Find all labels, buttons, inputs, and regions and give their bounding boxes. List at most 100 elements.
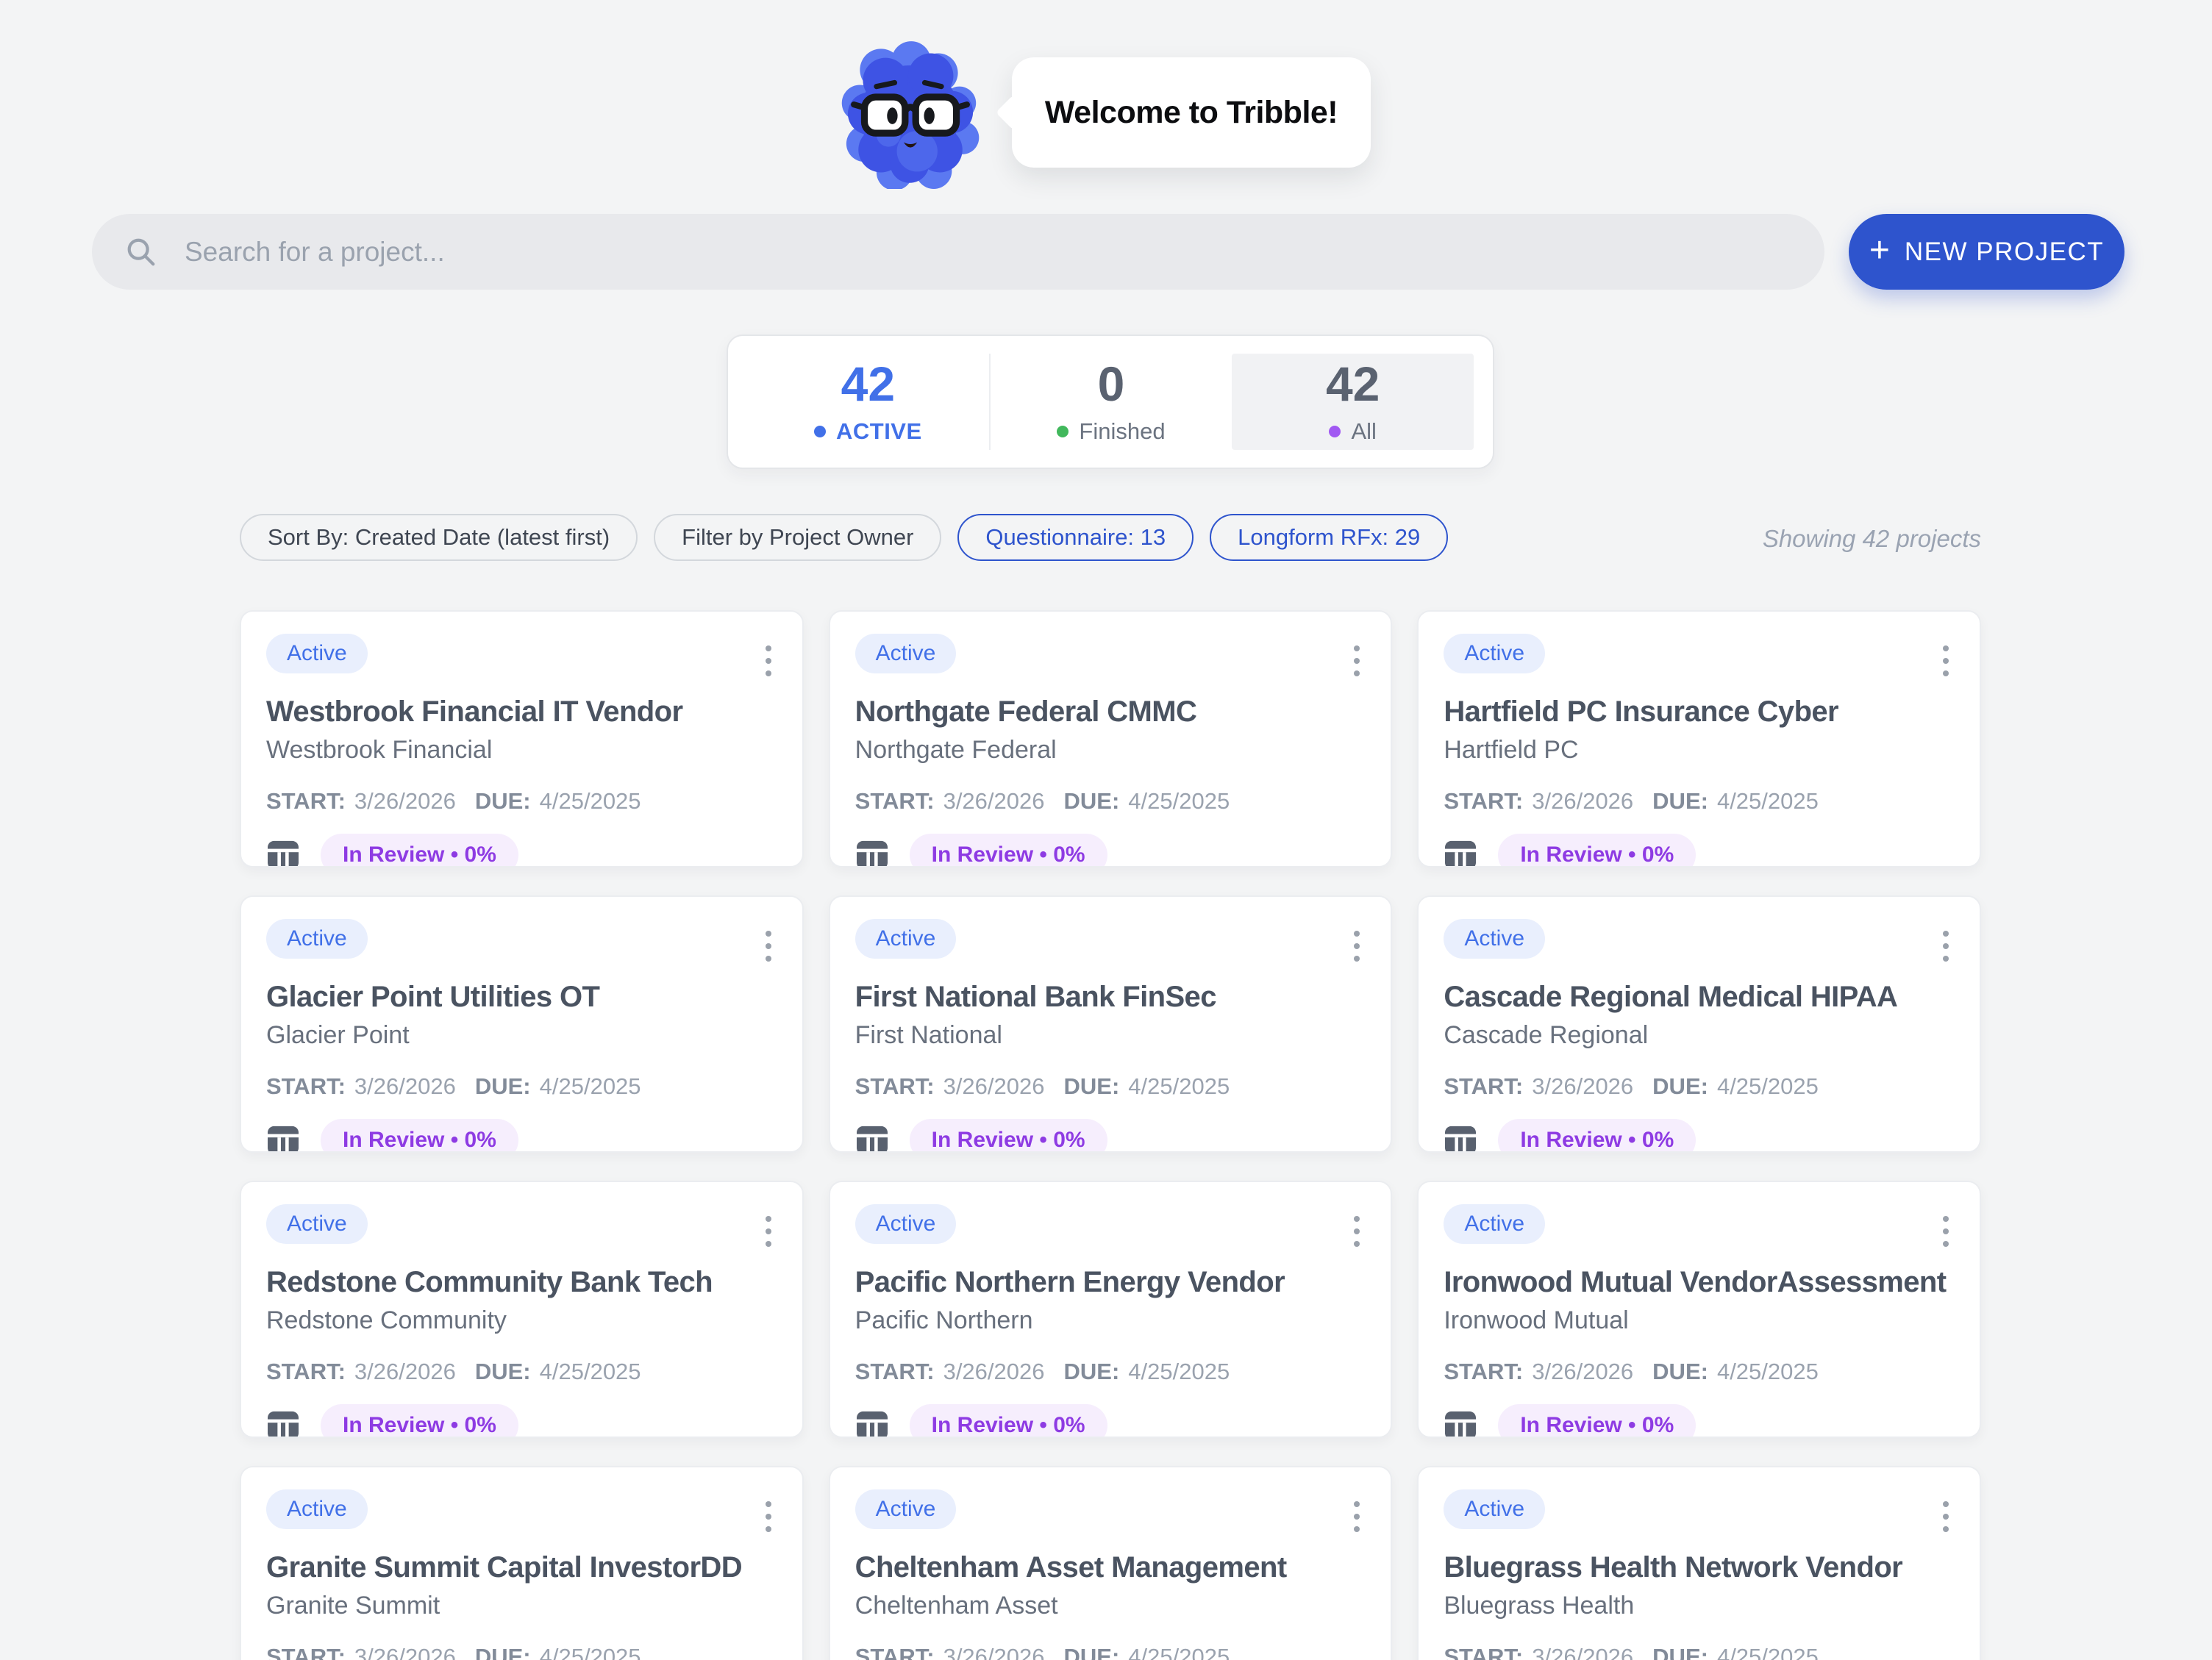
start-label: START: [855, 1073, 935, 1100]
project-dates: START: 3/26/2026 DUE: 4/25/2025 [266, 788, 777, 815]
review-status-pill: In Review • 0% [321, 834, 518, 867]
longform-rfx-filter-button[interactable]: Longform RFx: 29 [1210, 514, 1448, 561]
project-owner: Westbrook Financial [266, 736, 777, 765]
kebab-menu-icon[interactable] [1938, 926, 1953, 966]
project-card[interactable]: Active First National Bank FinSec First … [829, 895, 1393, 1153]
stat-all[interactable]: 42 All [1232, 354, 1474, 450]
due-date: 4/25/2025 [1128, 1359, 1230, 1385]
kebab-menu-icon[interactable] [1349, 641, 1364, 681]
search-input[interactable] [92, 214, 1824, 290]
due-date: 4/25/2025 [1717, 1073, 1819, 1100]
start-label: START: [855, 1359, 935, 1385]
due-date: 4/25/2025 [1717, 788, 1819, 815]
review-status-pill: In Review • 0% [910, 1119, 1107, 1153]
speech-bubble: Welcome to Tribble! [1012, 57, 1371, 168]
kebab-menu-icon[interactable] [1938, 1212, 1953, 1251]
start-date: 3/26/2026 [943, 788, 1045, 815]
kebab-menu-icon[interactable] [761, 1212, 776, 1251]
table-icon [1444, 840, 1477, 867]
start-label: START: [266, 1644, 346, 1660]
project-dates: START: 3/26/2026 DUE: 4/25/2025 [855, 788, 1366, 815]
filter-row: Sort By: Created Date (latest first) Fil… [240, 514, 1448, 561]
project-owner: Cheltenham Asset [855, 1592, 1366, 1620]
finished-dot [1057, 426, 1068, 437]
project-dates: START: 3/26/2026 DUE: 4/25/2025 [1444, 788, 1955, 815]
kebab-menu-icon[interactable] [1349, 1212, 1364, 1251]
project-owner: First National [855, 1021, 1366, 1050]
due-label: DUE: [1652, 1359, 1708, 1385]
kebab-menu-icon[interactable] [761, 926, 776, 966]
status-badge: Active [855, 634, 957, 673]
project-card[interactable]: Active Granite Summit Capital InvestorDD… [240, 1466, 804, 1660]
status-badge: Active [1444, 919, 1545, 959]
project-dates: START: 3/26/2026 DUE: 4/25/2025 [1444, 1359, 1955, 1385]
project-card[interactable]: Active Bluegrass Health Network Vendor B… [1417, 1466, 1981, 1660]
start-date: 3/26/2026 [943, 1644, 1045, 1660]
card-footer: In Review • 0% [266, 1404, 777, 1438]
finished-count: 0 [1098, 359, 1125, 408]
project-title: Glacier Point Utilities OT [266, 981, 777, 1014]
project-card[interactable]: Active Redstone Community Bank Tech Reds… [240, 1181, 804, 1438]
project-card[interactable]: Active Hartfield PC Insurance Cyber Hart… [1417, 610, 1981, 867]
due-date: 4/25/2025 [1128, 1644, 1230, 1660]
showing-projects-count: Showing 42 projects [1763, 525, 1981, 553]
project-card[interactable]: Active Ironwood Mutual VendorAssessment … [1417, 1181, 1981, 1438]
status-badge: Active [855, 919, 957, 959]
project-dates: START: 3/26/2026 DUE: 4/25/2025 [1444, 1644, 1955, 1660]
project-title: Redstone Community Bank Tech [266, 1266, 777, 1299]
project-owner: Bluegrass Health [1444, 1592, 1955, 1620]
due-label: DUE: [1064, 1359, 1120, 1385]
kebab-menu-icon[interactable] [761, 641, 776, 681]
start-label: START: [266, 1073, 346, 1100]
project-card[interactable]: Active Glacier Point Utilities OT Glacie… [240, 895, 804, 1153]
project-title: Northgate Federal CMMC [855, 695, 1366, 729]
project-card[interactable]: Active Cascade Regional Medical HIPAA Ca… [1417, 895, 1981, 1153]
project-dates: START: 3/26/2026 DUE: 4/25/2025 [855, 1359, 1366, 1385]
stat-active[interactable]: 42 ACTIVE [747, 354, 991, 450]
new-project-button[interactable]: + NEW PROJECT [1849, 214, 2124, 290]
project-title: Cascade Regional Medical HIPAA [1444, 981, 1955, 1014]
start-label: START: [1444, 788, 1523, 815]
start-label: START: [855, 788, 935, 815]
plus-icon: + [1869, 233, 1890, 268]
project-card[interactable]: Active Cheltenham Asset Management Chelt… [829, 1466, 1393, 1660]
card-footer: In Review • 0% [1444, 1119, 1955, 1153]
all-label: All [1351, 418, 1376, 445]
project-owner: Ironwood Mutual [1444, 1306, 1955, 1335]
due-label: DUE: [475, 1644, 531, 1660]
project-owner: Northgate Federal [855, 736, 1366, 765]
project-owner: Granite Summit [266, 1592, 777, 1620]
project-card[interactable]: Active Northgate Federal CMMC Northgate … [829, 610, 1393, 867]
status-badge: Active [855, 1204, 957, 1244]
kebab-menu-icon[interactable] [761, 1497, 776, 1536]
card-footer: In Review • 0% [266, 834, 777, 867]
start-date: 3/26/2026 [354, 788, 456, 815]
table-icon [266, 1410, 300, 1438]
sort-by-button[interactable]: Sort By: Created Date (latest first) [240, 514, 638, 561]
project-owner: Redstone Community [266, 1306, 777, 1335]
review-status-pill: In Review • 0% [1498, 834, 1696, 867]
review-status-pill: In Review • 0% [321, 1404, 518, 1438]
status-badge: Active [1444, 1489, 1545, 1529]
review-status-pill: In Review • 0% [1498, 1404, 1696, 1438]
questionnaire-filter-button[interactable]: Questionnaire: 13 [957, 514, 1194, 561]
filter-owner-button[interactable]: Filter by Project Owner [654, 514, 941, 561]
due-label: DUE: [1064, 1073, 1120, 1100]
project-card[interactable]: Active Westbrook Financial IT Vendor Wes… [240, 610, 804, 867]
kebab-menu-icon[interactable] [1349, 926, 1364, 966]
due-label: DUE: [475, 1359, 531, 1385]
active-dot [814, 426, 826, 437]
due-date: 4/25/2025 [540, 788, 641, 815]
due-label: DUE: [1652, 788, 1708, 815]
stat-finished[interactable]: 0 Finished [991, 354, 1232, 450]
all-dot [1329, 426, 1341, 437]
start-label: START: [1444, 1359, 1523, 1385]
project-card[interactable]: Active Pacific Northern Energy Vendor Pa… [829, 1181, 1393, 1438]
kebab-menu-icon[interactable] [1938, 641, 1953, 681]
search-bar [92, 214, 1824, 290]
kebab-menu-icon[interactable] [1938, 1497, 1953, 1536]
kebab-menu-icon[interactable] [1349, 1497, 1364, 1536]
start-date: 3/26/2026 [1532, 1644, 1633, 1660]
status-badge: Active [855, 1489, 957, 1529]
due-date: 4/25/2025 [1128, 788, 1230, 815]
